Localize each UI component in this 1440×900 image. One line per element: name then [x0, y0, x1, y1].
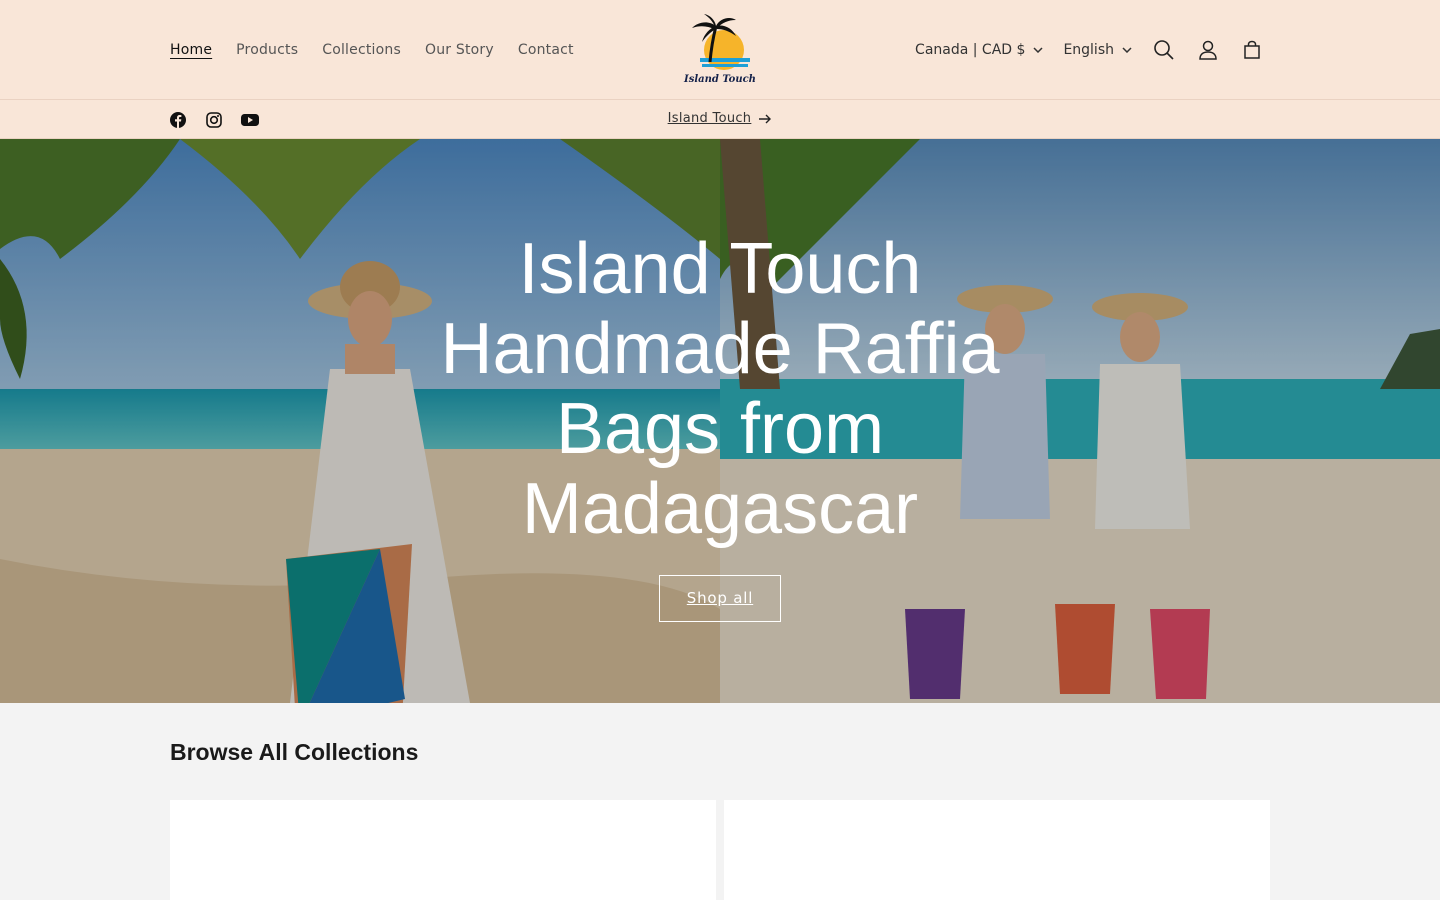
site-header: Home Products Collections Our Story Cont…: [0, 0, 1440, 100]
header-actions: Canada | CAD $ English: [905, 0, 1274, 100]
search-icon: [1154, 40, 1174, 60]
logo-palm-sun-icon: [692, 14, 750, 70]
main-nav: Home Products Collections Our Story Cont…: [158, 0, 586, 100]
nav-home[interactable]: Home: [158, 42, 224, 58]
chevron-down-icon: [1122, 47, 1132, 53]
nav-collections[interactable]: Collections: [310, 42, 413, 58]
collections-section: Browse All Collections: [0, 703, 1440, 900]
account-button[interactable]: [1186, 28, 1230, 72]
language-selector[interactable]: English: [1053, 42, 1142, 58]
account-icon: [1199, 40, 1217, 60]
facebook-link[interactable]: [160, 102, 196, 138]
collection-card[interactable]: [170, 800, 716, 900]
hero-title: Island Touch Handmade Raffia Bags from M…: [440, 229, 1000, 549]
country-selector[interactable]: Canada | CAD $: [905, 42, 1053, 58]
hero-content: Island Touch Handmade Raffia Bags from M…: [420, 229, 1020, 622]
announcement-text: Island Touch: [667, 111, 752, 126]
nav-contact[interactable]: Contact: [506, 42, 586, 58]
store-logo[interactable]: Island Touch: [680, 14, 760, 90]
instagram-icon: [206, 111, 222, 128]
language-selector-label: English: [1063, 42, 1114, 58]
country-selector-label: Canada | CAD $: [915, 42, 1026, 58]
hero-banner: Island Touch Handmade Raffia Bags from M…: [0, 139, 1440, 703]
shop-all-button[interactable]: Shop all: [659, 575, 781, 622]
cart-button[interactable]: [1230, 28, 1274, 72]
collection-card[interactable]: [724, 800, 1270, 900]
instagram-link[interactable]: [196, 102, 232, 138]
arrow-right-icon: [759, 114, 772, 123]
youtube-icon: [241, 113, 259, 126]
facebook-icon: [170, 111, 186, 128]
cart-icon: [1244, 40, 1260, 59]
nav-our-story[interactable]: Our Story: [413, 42, 506, 58]
search-button[interactable]: [1142, 28, 1186, 72]
announcement-bar: Island Touch: [0, 100, 1440, 139]
social-links: [160, 100, 268, 139]
nav-products[interactable]: Products: [224, 42, 310, 58]
logo-text: Island Touch: [684, 74, 756, 85]
collections-heading: Browse All Collections: [170, 739, 419, 765]
chevron-down-icon: [1033, 47, 1043, 53]
youtube-link[interactable]: [232, 102, 268, 138]
